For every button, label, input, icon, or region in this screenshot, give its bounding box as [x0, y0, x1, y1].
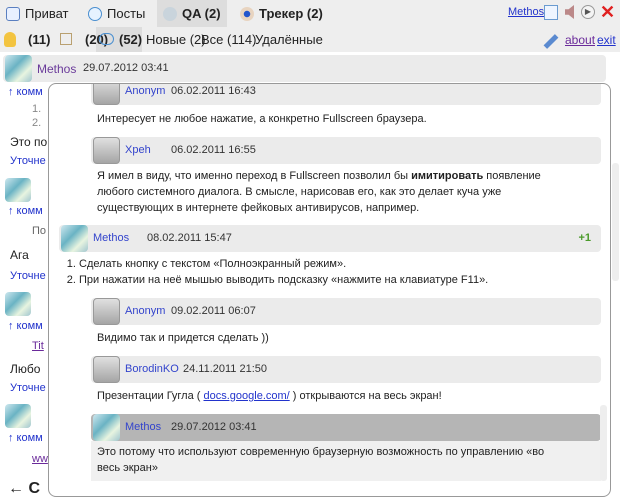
popup-scrollbar[interactable] [600, 405, 607, 481]
bold-text: имитировать [411, 170, 484, 182]
comment-date: 09.02.2011 06:07 [171, 305, 256, 317]
avatar[interactable] [61, 225, 88, 252]
list-item: Сделать кнопку с текстом «Полноэкранный … [79, 256, 488, 272]
avatar[interactable] [5, 404, 31, 428]
avatar[interactable] [93, 84, 120, 105]
reply-link[interactable]: ↑ комм [8, 205, 43, 217]
tab-posts[interactable]: Посты [82, 0, 151, 27]
tab-private[interactable]: Приват [0, 0, 75, 27]
comment-text: Ага [10, 248, 29, 262]
avatar[interactable] [93, 137, 120, 164]
comment-header: Anonym 09.02.2011 06:07 [91, 298, 601, 325]
comment-date: 06.02.2011 16:55 [171, 144, 256, 156]
docs-link[interactable]: docs.google.com/ [204, 390, 290, 402]
tab-qa[interactable]: QA (2) [157, 0, 227, 27]
clarify-link[interactable]: Уточне [10, 155, 46, 167]
comment-header: Methos 08.02.2011 15:47 +1 [59, 225, 601, 252]
author-link[interactable]: Methos [125, 421, 161, 433]
url-link[interactable]: ww [32, 453, 48, 465]
avatar[interactable] [5, 178, 31, 202]
comment-text: Видимо так и придется сделать )) [97, 332, 269, 344]
exit-link[interactable]: exit [597, 33, 616, 47]
comment-date: 06.02.2011 16:43 [171, 85, 256, 97]
comment-header: Anonym 06.02.2011 16:43 [91, 84, 601, 105]
list-num: 2. [32, 117, 42, 129]
calendar-icon[interactable] [544, 5, 558, 20]
tab-tracker[interactable]: Трекер (2) [234, 0, 329, 27]
filter-all[interactable]: Все (114) [201, 27, 256, 52]
comment-text: Презентации Гугла ( docs.google.com/ ) о… [97, 388, 442, 404]
filter-dialogs[interactable]: (52) [119, 27, 142, 52]
author-link[interactable]: Methos [37, 62, 76, 76]
dialog-icon[interactable] [99, 33, 114, 45]
lightbulb-icon[interactable] [4, 32, 16, 47]
thread-popup: Anonym 06.02.2011 16:43 Интересует не лю… [48, 83, 611, 497]
author-link[interactable]: Anonym [125, 85, 165, 97]
author-link[interactable]: BorodinKO [125, 363, 179, 375]
vote-score: +1 [578, 232, 591, 244]
comment-date: 24.11.2011 21:50 [183, 363, 268, 375]
avatar[interactable] [5, 292, 31, 316]
comment-date: 29.07.2012 03:41 [171, 421, 257, 433]
avatar[interactable] [5, 55, 32, 82]
clarify-link[interactable]: Уточне [10, 270, 46, 282]
envelope-icon [6, 6, 20, 21]
comment-icon[interactable] [60, 33, 72, 45]
tab-label: QA (2) [182, 6, 221, 21]
text: Презентации Гугла ( [97, 390, 204, 402]
close-icon[interactable]: ✕ [600, 2, 615, 23]
about-link[interactable]: about [565, 33, 595, 47]
back-link[interactable]: ← С [8, 480, 40, 498]
filter-deleted[interactable]: Удалённые [255, 27, 323, 52]
user-link[interactable]: Methos [508, 6, 544, 18]
tab-label: Приват [25, 6, 69, 21]
comment-header-highlighted: Methos 29.07.2012 03:41 [91, 414, 601, 441]
reply-link[interactable]: ↑ комм [8, 86, 43, 98]
comment-date: 29.07.2012 03:41 [83, 62, 169, 74]
quote-text: По [32, 225, 47, 237]
text: ) открываются на весь экран! [289, 390, 442, 402]
play-icon[interactable]: ▶ [581, 5, 595, 19]
filter-new[interactable]: Новые (2) [146, 27, 206, 52]
avatar[interactable] [93, 298, 120, 325]
comment-header: Methos 29.07.2012 03:41 [3, 55, 606, 82]
reply-link[interactable]: ↑ комм [8, 432, 43, 444]
list-num: 1. [32, 103, 42, 115]
eye-icon [240, 6, 254, 21]
title-link[interactable]: Tit [32, 340, 44, 352]
comment-header: BorodinKO 24.11.2011 21:50 [91, 356, 601, 383]
avatar[interactable] [93, 356, 120, 383]
page-scrollbar[interactable] [612, 163, 619, 281]
comment-text: Я имел в виду, что именно переход в Full… [97, 168, 577, 216]
comment-text: Интересует не любое нажатие, а конкретно… [97, 113, 427, 125]
comment-date: 08.02.2011 15:47 [147, 232, 232, 244]
reply-link[interactable]: ↑ комм [8, 320, 43, 332]
clarify-link[interactable]: Уточне [10, 382, 46, 394]
comment-list: Сделать кнопку с текстом «Полноэкранный … [79, 256, 488, 288]
author-link[interactable]: Anonym [125, 305, 165, 317]
comment-text: Это потому что используют современную бр… [97, 446, 545, 474]
speech-bubble-icon [88, 6, 102, 21]
list-item: При нажатии на неё мышью выводить подска… [79, 272, 488, 288]
tab-label: Трекер (2) [259, 6, 323, 21]
comment-header: Xpeh 06.02.2011 16:55 [91, 137, 601, 164]
comment-text: Любо [10, 362, 41, 376]
author-link[interactable]: Methos [93, 232, 129, 244]
text: Я имел в виду, что именно переход в Full… [97, 170, 412, 182]
filter-ideas[interactable]: (11) [28, 27, 50, 52]
lightbulb-icon [163, 6, 177, 21]
comment-text: Это по [10, 135, 48, 149]
tab-label: Посты [107, 6, 146, 21]
avatar[interactable] [93, 414, 120, 441]
author-link[interactable]: Xpeh [125, 144, 151, 156]
